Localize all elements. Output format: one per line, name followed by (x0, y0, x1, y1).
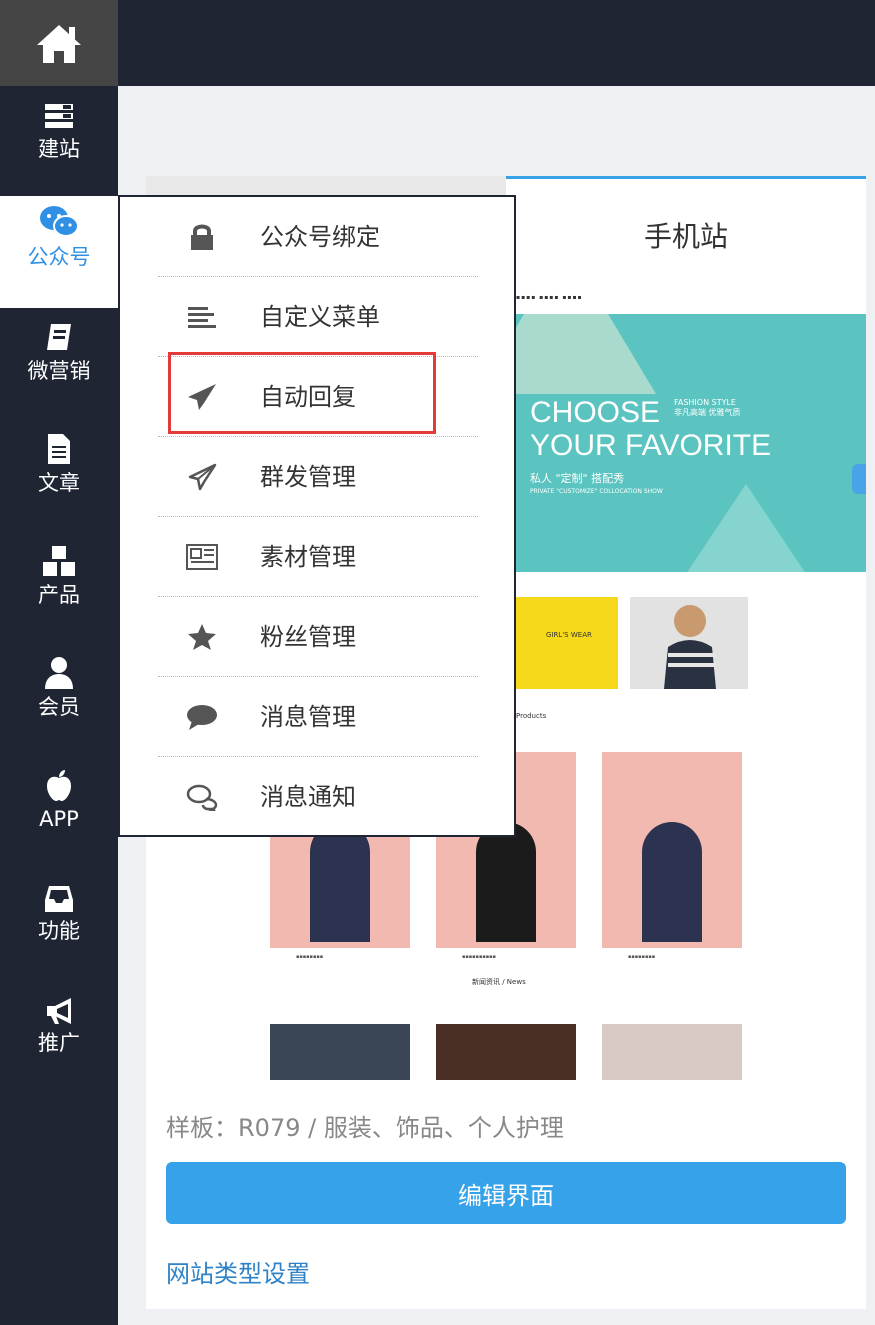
edit-interface-button[interactable]: 编辑界面 (166, 1162, 846, 1224)
preview-nav: ▪▪▪▪ ▪▪▪▪ ▪▪▪▪ (516, 294, 583, 301)
sidebar-item-features[interactable]: 功能 (0, 878, 118, 970)
user-icon (45, 657, 73, 689)
megaphone-icon (47, 998, 71, 1024)
home-button[interactable] (0, 0, 118, 86)
newspaper-icon (186, 544, 218, 570)
sidebar-item-articles[interactable]: 文章 (0, 430, 118, 522)
sidebar-item-label: 文章 (38, 471, 80, 495)
template-sample-label: 样板：R079 / 服装、饰品、个人护理 (166, 1114, 564, 1142)
top-bar (0, 0, 875, 86)
submenu-item-fans[interactable]: 粉丝管理 (158, 597, 478, 677)
products-label: Products (516, 712, 547, 720)
news-image-3 (602, 1024, 742, 1080)
banner-line1: CHOOSE (530, 396, 661, 429)
submenu-item-broadcast[interactable]: 群发管理 (158, 437, 478, 517)
inbox-icon (45, 886, 73, 912)
tab-mobile-label: 手机站 (643, 220, 728, 253)
sidebar-item-label: 功能 (38, 919, 80, 943)
tab-mobile[interactable]: 手机站 (506, 176, 866, 279)
submenu-item-messages[interactable]: 消息管理 (158, 677, 478, 757)
wechat-icon (40, 206, 79, 237)
product-caption: ▪▪▪▪▪▪▪▪▪▪ (462, 954, 496, 960)
sidebar-item-label: 会员 (38, 695, 80, 719)
tab-pc[interactable] (146, 176, 506, 196)
document-icon (48, 434, 70, 464)
speech-bubble-icon (187, 705, 217, 730)
highlight-box (168, 352, 436, 434)
submenu-item-materials[interactable]: 素材管理 (158, 517, 478, 597)
site-type-settings-link[interactable]: 网站类型设置 (166, 1254, 310, 1289)
banner-side-tab (852, 464, 866, 494)
sidebar-item-build[interactable]: 建站 (0, 96, 118, 188)
sidebar-item-label: 推广 (38, 1031, 80, 1055)
sidebar-item-marketing[interactable]: 微营销 (0, 318, 118, 410)
sidebar-item-wechat[interactable]: 公众号 (0, 196, 118, 308)
banner-en: PRIVATE "CUSTOMIZE" COLLOCATION SHOW (530, 488, 663, 495)
preview-banner: CHOOSE FASHION STYLE 非凡高端 优雅气质 YOUR FAVO… (516, 314, 866, 572)
menu-lines-icon (188, 307, 216, 328)
banner-small-text: FASHION STYLE 非凡高端 优雅气质 (674, 398, 741, 417)
sidebar-item-app[interactable]: APP (0, 766, 118, 858)
cubes-icon (43, 546, 75, 576)
banner-line2: YOUR FAVORITE (530, 429, 772, 462)
product-caption: ▪▪▪▪▪▪▪▪ (628, 954, 656, 960)
submenu-item-bind[interactable]: 公众号绑定 (158, 197, 478, 277)
category-card-photo (630, 597, 748, 689)
category-card-yellow: GIRL'S WEAR (516, 597, 618, 689)
sidebar: 建站 公众号 微营销 文章 产品 会员 APP 功能 推广 (0, 0, 118, 1325)
submenu-item-notifications[interactable]: 消息通知 (158, 757, 478, 837)
sidebar-item-label: 建站 (38, 137, 80, 161)
product-caption: ▪▪▪▪▪▪▪▪ (296, 954, 324, 960)
send-outline-icon (188, 463, 217, 491)
sidebar-item-products[interactable]: 产品 (0, 542, 118, 634)
product-image-3 (602, 752, 742, 948)
news-image-2 (436, 1024, 576, 1080)
sidebar-item-label: APP (39, 807, 79, 831)
server-icon (45, 104, 73, 128)
lock-icon (191, 224, 213, 250)
sidebar-item-label: 微营销 (27, 359, 91, 383)
submenu-item-custom-menu[interactable]: 自定义菜单 (158, 277, 478, 357)
banner-cn: 私人 "定制" 搭配秀 (530, 472, 625, 485)
news-image-1 (270, 1024, 410, 1080)
sidebar-item-members[interactable]: 会员 (0, 654, 118, 746)
apple-icon (47, 770, 71, 801)
news-label: 新闻资讯 / News (472, 978, 526, 986)
star-icon (188, 624, 216, 650)
wechat-submenu: 公众号绑定 自定义菜单 自动回复 群发管理 素材管理 粉丝管理 消息管理 消息通… (118, 195, 516, 837)
chat-bubbles-icon (186, 784, 218, 811)
sidebar-item-promotion[interactable]: 推广 (0, 990, 118, 1082)
sidebar-item-label: 公众号 (27, 245, 91, 269)
book-icon (47, 324, 71, 350)
sidebar-item-label: 产品 (38, 583, 80, 607)
home-icon (37, 25, 81, 63)
